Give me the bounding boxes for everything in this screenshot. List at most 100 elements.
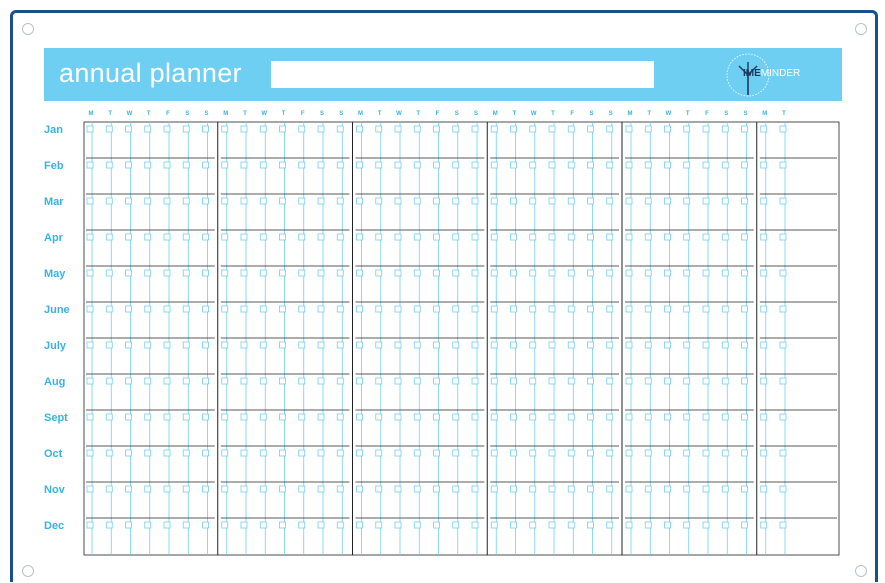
day-checkbox[interactable] <box>279 125 286 133</box>
day-checkbox[interactable] <box>125 269 132 277</box>
day-checkbox[interactable] <box>625 377 633 385</box>
day-checkbox[interactable] <box>221 305 229 313</box>
day-checkbox[interactable] <box>202 449 209 457</box>
day-checkbox[interactable] <box>356 413 363 421</box>
day-checkbox[interactable] <box>587 125 594 133</box>
day-checkbox[interactable] <box>413 197 421 205</box>
day-checkbox[interactable] <box>279 161 286 169</box>
day-checkbox[interactable] <box>548 125 556 133</box>
day-checkbox[interactable] <box>760 341 768 349</box>
day-checkbox[interactable] <box>702 197 710 205</box>
day-checkbox[interactable] <box>760 449 768 457</box>
day-checkbox[interactable] <box>606 233 614 241</box>
day-checkbox[interactable] <box>452 233 460 241</box>
day-checkbox[interactable] <box>356 377 363 385</box>
day-checkbox[interactable] <box>279 449 286 457</box>
day-checkbox[interactable] <box>433 521 440 529</box>
day-checkbox[interactable] <box>683 485 691 493</box>
day-checkbox[interactable] <box>259 305 267 313</box>
day-checkbox[interactable] <box>779 413 787 421</box>
day-checkbox[interactable] <box>741 485 748 493</box>
day-checkbox[interactable] <box>375 305 383 313</box>
day-checkbox[interactable] <box>86 125 94 133</box>
day-checkbox[interactable] <box>279 413 286 421</box>
day-checkbox[interactable] <box>587 197 594 205</box>
day-checkbox[interactable] <box>664 269 671 277</box>
day-checkbox[interactable] <box>375 521 383 529</box>
day-checkbox[interactable] <box>259 485 267 493</box>
day-checkbox[interactable] <box>86 413 94 421</box>
day-checkbox[interactable] <box>471 305 479 313</box>
day-checkbox[interactable] <box>510 233 517 241</box>
day-checkbox[interactable] <box>529 161 537 169</box>
day-checkbox[interactable] <box>721 485 729 493</box>
day-checkbox[interactable] <box>259 377 267 385</box>
day-checkbox[interactable] <box>125 377 132 385</box>
day-checkbox[interactable] <box>86 377 94 385</box>
day-checkbox[interactable] <box>298 305 306 313</box>
day-checkbox[interactable] <box>394 305 402 313</box>
day-checkbox[interactable] <box>741 161 748 169</box>
day-checkbox[interactable] <box>644 341 652 349</box>
day-checkbox[interactable] <box>452 125 460 133</box>
day-checkbox[interactable] <box>548 161 556 169</box>
day-checkbox[interactable] <box>490 125 498 133</box>
day-checkbox[interactable] <box>144 521 152 529</box>
day-checkbox[interactable] <box>317 413 325 421</box>
day-checkbox[interactable] <box>760 197 768 205</box>
day-checkbox[interactable] <box>702 305 710 313</box>
day-checkbox[interactable] <box>548 305 556 313</box>
day-checkbox[interactable] <box>279 197 286 205</box>
day-checkbox[interactable] <box>433 197 440 205</box>
day-checkbox[interactable] <box>298 125 306 133</box>
day-checkbox[interactable] <box>529 341 537 349</box>
day-checkbox[interactable] <box>587 377 594 385</box>
day-checkbox[interactable] <box>144 161 152 169</box>
day-checkbox[interactable] <box>375 233 383 241</box>
day-checkbox[interactable] <box>683 377 691 385</box>
day-checkbox[interactable] <box>721 197 729 205</box>
day-checkbox[interactable] <box>298 161 306 169</box>
day-checkbox[interactable] <box>683 521 691 529</box>
day-checkbox[interactable] <box>182 377 190 385</box>
day-checkbox[interactable] <box>779 341 787 349</box>
day-checkbox[interactable] <box>279 521 286 529</box>
day-checkbox[interactable] <box>317 197 325 205</box>
day-checkbox[interactable] <box>587 305 594 313</box>
day-checkbox[interactable] <box>567 233 575 241</box>
day-checkbox[interactable] <box>259 449 267 457</box>
day-checkbox[interactable] <box>394 485 402 493</box>
day-checkbox[interactable] <box>760 233 768 241</box>
day-checkbox[interactable] <box>394 161 402 169</box>
day-checkbox[interactable] <box>510 161 517 169</box>
day-checkbox[interactable] <box>375 449 383 457</box>
day-checkbox[interactable] <box>644 197 652 205</box>
day-checkbox[interactable] <box>683 161 691 169</box>
day-checkbox[interactable] <box>125 305 132 313</box>
day-checkbox[interactable] <box>606 125 614 133</box>
day-checkbox[interactable] <box>587 413 594 421</box>
day-checkbox[interactable] <box>702 269 710 277</box>
day-checkbox[interactable] <box>625 305 633 313</box>
day-checkbox[interactable] <box>336 197 344 205</box>
day-checkbox[interactable] <box>163 233 171 241</box>
day-checkbox[interactable] <box>433 449 440 457</box>
day-checkbox[interactable] <box>336 341 344 349</box>
day-checkbox[interactable] <box>125 197 132 205</box>
day-checkbox[interactable] <box>471 449 479 457</box>
day-checkbox[interactable] <box>202 161 209 169</box>
day-checkbox[interactable] <box>182 449 190 457</box>
day-checkbox[interactable] <box>760 413 768 421</box>
day-checkbox[interactable] <box>760 125 768 133</box>
day-checkbox[interactable] <box>490 233 498 241</box>
day-checkbox[interactable] <box>298 521 306 529</box>
day-checkbox[interactable] <box>125 161 132 169</box>
day-checkbox[interactable] <box>510 521 517 529</box>
day-checkbox[interactable] <box>240 521 248 529</box>
day-checkbox[interactable] <box>606 521 614 529</box>
day-checkbox[interactable] <box>664 125 671 133</box>
day-checkbox[interactable] <box>779 377 787 385</box>
day-checkbox[interactable] <box>413 377 421 385</box>
day-checkbox[interactable] <box>163 161 171 169</box>
day-checkbox[interactable] <box>86 305 94 313</box>
